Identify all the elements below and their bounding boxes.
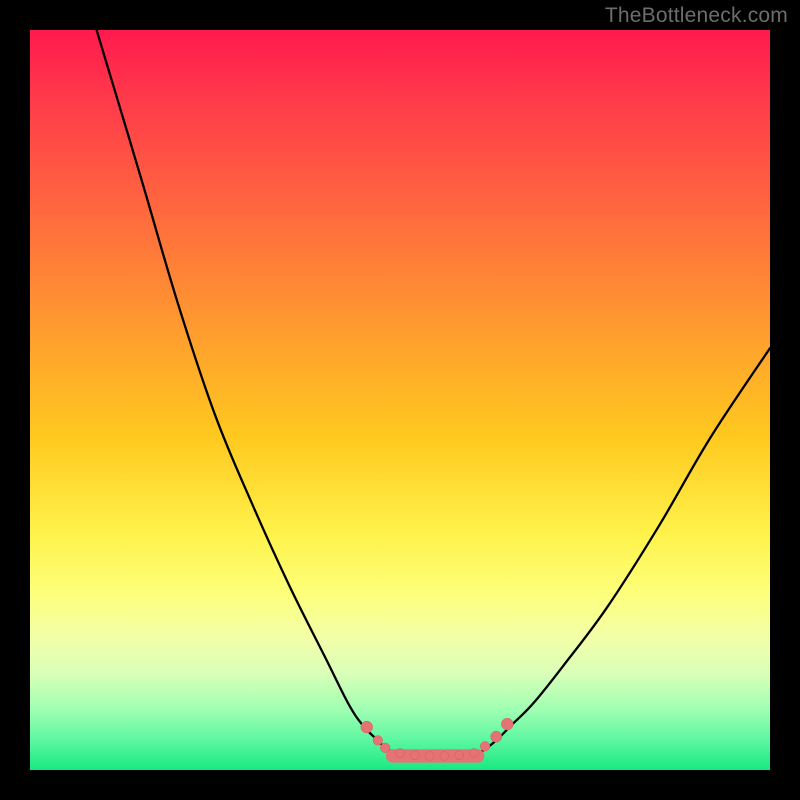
- valley-marker: [425, 752, 434, 761]
- outer-frame: TheBottleneck.com: [0, 0, 800, 800]
- valley-marker: [361, 721, 373, 733]
- attribution-text: TheBottleneck.com: [605, 4, 788, 28]
- valley-marker: [373, 736, 383, 746]
- valley-marker: [455, 751, 464, 760]
- valley-marker: [491, 731, 502, 742]
- valley-marker: [396, 749, 405, 758]
- valley-marker: [470, 749, 479, 758]
- valley-marker: [380, 743, 390, 753]
- bottleneck-curve: [97, 30, 770, 756]
- valley-marker: [440, 752, 449, 761]
- valley-marker: [501, 718, 513, 730]
- v-curve-path: [97, 30, 770, 756]
- valley-marker: [410, 751, 419, 760]
- gradient-plot-area: [30, 30, 770, 770]
- curve-layer: [30, 30, 770, 770]
- valley-marker: [480, 742, 490, 752]
